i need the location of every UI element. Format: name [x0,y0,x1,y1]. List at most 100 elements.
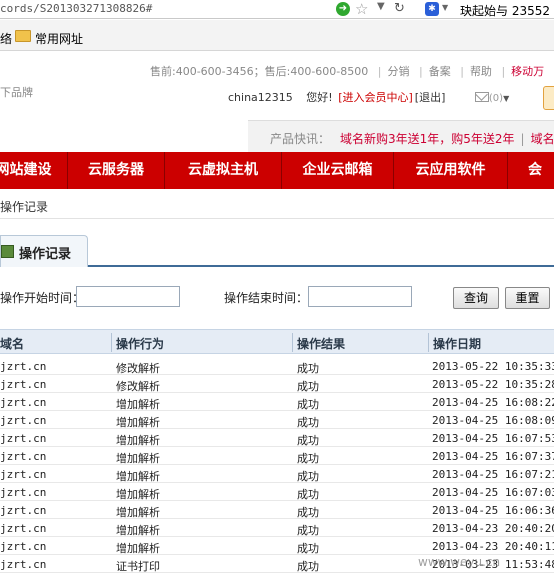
cell-domain: jzrt.cn [0,486,47,499]
cell-result: 成功 [297,362,319,375]
table-row: jzrt.cn 增加解析 成功 2013-04-23 20:40:11 [0,537,554,555]
search-box-text[interactable]: 玦起始与 23552 [460,2,550,19]
search-engine-icon[interactable]: ✱ [425,2,439,16]
presale-phone: 售前:400-600-3456 [150,65,254,78]
folder-icon [15,30,31,42]
divider [0,218,554,219]
member-center-link[interactable]: [进入会员中心] [338,91,413,104]
query-button[interactable]: 查询 [453,287,499,309]
table-row: jzrt.cn 增加解析 成功 2013-04-25 16:07:21 [0,465,554,483]
bookmarks-bar: 络 常用网址 [0,20,554,51]
tab-label: 操作记录 [19,247,72,262]
cell-result: 成功 [297,416,319,429]
cell-date: 2013-04-25 16:07:21 [432,468,554,481]
search-engine-dropdown-icon[interactable]: ▼ [442,3,448,12]
cell-action: 增加解析 [116,524,160,537]
nav-item-cloud-server[interactable]: 云服务器 [68,152,165,189]
end-time-input[interactable] [308,286,412,307]
link-mobile[interactable]: 移动万 [511,65,544,78]
link-distribution[interactable]: 分销 [388,65,410,78]
cell-result: 成功 [297,434,319,447]
cell-result: 成功 [297,506,319,519]
cell-domain: jzrt.cn [0,540,47,553]
cell-action: 增加解析 [116,470,160,483]
news-link-2[interactable]: 域名4 [531,132,554,146]
col-domain[interactable]: 域名 [0,335,24,352]
brand-text: 下品牌 [0,86,33,99]
nav-item-member[interactable]: 会员 [508,152,554,215]
mail-icon[interactable] [474,92,489,102]
nav-item-website[interactable]: 网站建设 [0,152,68,189]
user-bar: china12315 您好! [进入会员中心] [退出] (0)▼ [228,89,509,105]
table-row: jzrt.cn 增加解析 成功 2013-04-25 16:07:53 [0,429,554,447]
bookmark-folder-common-sites[interactable]: 常用网址 [35,30,83,47]
url-text[interactable]: cords/S201303271308826# [0,2,152,15]
table-row: jzrt.cn 增加解析 成功 2013-04-25 16:07:03 [0,483,554,501]
cell-domain: jzrt.cn [0,522,47,535]
watermark: www.weyu.cn [418,555,501,569]
logout-link[interactable]: [退出] [415,91,446,104]
news-link[interactable]: 域名新购3年送1年，购5年送2年 [340,132,515,146]
top-links: 售前:400-600-3456；售后:400-600-8500 | 分销 | 备案 … [150,65,545,78]
log-icon [1,245,14,258]
cell-action: 证书打印 [116,560,160,573]
table-row: jzrt.cn 修改解析 成功 2013-05-22 10:35:33 [0,357,554,375]
breadcrumb: 操作记录 [0,200,49,214]
cell-result: 成功 [297,380,319,393]
cell-date: 2013-05-22 10:35:28 [432,378,554,391]
cell-date: 2013-04-23 20:40:11 [432,540,554,553]
cell-action: 增加解析 [116,542,160,555]
tab-operation-log[interactable]: 操作记录 [0,235,88,267]
go-icon[interactable]: ➜ [336,2,350,16]
link-help[interactable]: 帮助 [470,65,492,78]
table-row: jzrt.cn 修改解析 成功 2013-05-22 10:35:28 [0,375,554,393]
col-date[interactable]: 操作日期 [433,335,481,352]
cell-result: 成功 [297,524,319,537]
cell-result: 成功 [297,560,319,573]
cell-action: 增加解析 [116,488,160,501]
cell-domain: jzrt.cn [0,468,47,481]
table-row: jzrt.cn 增加解析 成功 2013-04-25 16:07:37 [0,447,554,465]
bookmark-item[interactable]: 络 [0,30,12,47]
history-dropdown-icon[interactable]: ▼ [377,1,385,12]
aftersale-phone: 售后:400-600-8500 [264,65,369,78]
cell-date: 2013-04-25 16:06:36 [432,504,554,517]
nav-item-apps[interactable]: 云应用软件 [394,152,508,189]
cell-date: 2013-04-25 16:08:09 [432,414,554,427]
table-header: 域名 操作行为 操作结果 操作日期 [0,329,554,354]
nav-item-cloud-host[interactable]: 云虚拟主机 [165,152,282,189]
cell-date: 2013-05-22 10:35:33 [432,360,554,373]
nav-item-mail[interactable]: 企业云邮箱 [282,152,394,189]
chevron-down-icon[interactable]: ▼ [503,94,509,103]
news-label: 产品快讯： [270,132,331,146]
cell-result: 成功 [297,452,319,465]
cell-domain: jzrt.cn [0,432,47,445]
cell-result: 成功 [297,470,319,483]
mail-count[interactable]: (0) [489,93,503,104]
cell-date: 2013-04-25 16:08:22 [432,396,554,409]
main-nav: 网站建设 云服务器 云虚拟主机 企业云邮箱 云应用软件 会员 [0,152,554,215]
col-result[interactable]: 操作结果 [297,335,345,352]
table-row: jzrt.cn 增加解析 成功 2013-04-25 16:08:09 [0,411,554,429]
cell-domain: jzrt.cn [0,504,47,517]
cell-action: 修改解析 [116,380,160,393]
cell-date: 2013-04-25 16:07:53 [432,432,554,445]
cell-domain: jzrt.cn [0,360,47,373]
cell-date: 2013-04-25 16:07:03 [432,486,554,499]
username: china12315 [228,91,293,104]
start-time-input[interactable] [76,286,180,307]
cart-button[interactable] [543,86,554,110]
address-bar[interactable]: cords/S201303271308826# ➜ ☆ ▼ ↻ ✱ ▼ 玦起始与… [0,0,554,19]
news-bar: 产品快讯： 域名新购3年送1年，购5年送2年|域名4 [248,120,554,152]
end-time-label: 操作结束时间： [224,291,309,305]
reload-icon[interactable]: ↻ [394,1,405,16]
cell-domain: jzrt.cn [0,558,47,571]
bookmark-star-icon[interactable]: ☆ [355,0,368,18]
link-filing[interactable]: 备案 [429,65,451,78]
col-action[interactable]: 操作行为 [116,335,164,352]
cell-domain: jzrt.cn [0,378,47,391]
start-time-label: 操作开始时间： [0,291,85,305]
reset-button[interactable]: 重置 [505,287,550,309]
table-row: jzrt.cn 增加解析 成功 2013-04-25 16:06:36 [0,501,554,519]
cell-result: 成功 [297,542,319,555]
